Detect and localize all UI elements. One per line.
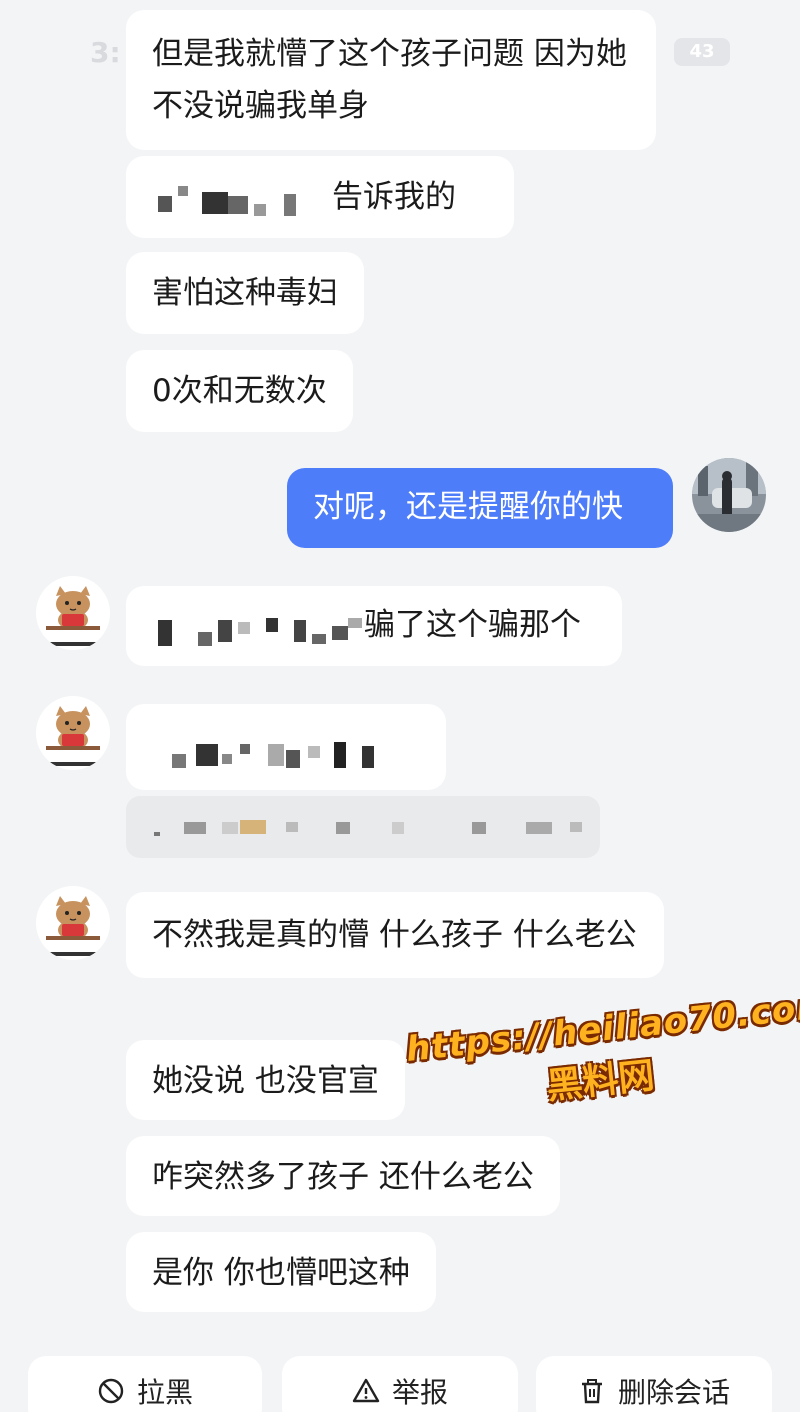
message-text: 但是我就懵了这个孩子问题 因为她不没说骗我单身 bbox=[152, 36, 627, 124]
block-icon bbox=[98, 1378, 124, 1404]
warning-icon bbox=[352, 1378, 380, 1403]
bottom-action-bar: 拉黑 举报 删除会话 bbox=[0, 1356, 800, 1412]
redacted-message-bubble[interactable] bbox=[126, 704, 446, 790]
message-bubble[interactable]: 骗了这个骗那个 bbox=[126, 586, 622, 666]
delete-conversation-button[interactable]: 删除会话 bbox=[536, 1356, 772, 1412]
my-avatar[interactable] bbox=[692, 458, 766, 532]
delete-label: 删除会话 bbox=[617, 1376, 730, 1409]
message-text: 她没说 也没官宣 bbox=[152, 1063, 379, 1099]
message-text: 告诉我的 bbox=[332, 179, 456, 215]
message-text: 对呢，还是提醒你的快 bbox=[313, 489, 623, 525]
contact-avatar[interactable] bbox=[36, 886, 110, 960]
redacted-strip bbox=[126, 796, 600, 858]
trash-icon bbox=[581, 1379, 602, 1404]
contact-avatar[interactable] bbox=[36, 696, 110, 770]
message-text: 害怕这种毒妇 bbox=[152, 275, 338, 311]
message-bubble[interactable]: 告诉我的 bbox=[126, 156, 514, 238]
message-text: 0次和无数次 bbox=[152, 373, 327, 409]
my-message-bubble[interactable]: 对呢，还是提醒你的快 bbox=[287, 468, 673, 548]
battery-icon: 43 bbox=[674, 38, 730, 66]
status-time: 3: bbox=[90, 36, 121, 69]
message-bubble[interactable]: 但是我就懵了这个孩子问题 因为她不没说骗我单身 bbox=[126, 10, 656, 150]
message-bubble[interactable]: 是你 你也懵吧这种 bbox=[126, 1232, 436, 1312]
contact-avatar[interactable] bbox=[36, 576, 110, 650]
message-text: 不然我是真的懵 什么孩子 什么老公 bbox=[152, 917, 637, 953]
message-text: 咋突然多了孩子 还什么老公 bbox=[152, 1159, 534, 1195]
message-bubble[interactable]: 害怕这种毒妇 bbox=[126, 252, 364, 334]
message-bubble[interactable]: 咋突然多了孩子 还什么老公 bbox=[126, 1136, 560, 1216]
watermark: https://heiliao70.com 黑料网 bbox=[404, 985, 800, 1123]
message-bubble[interactable]: 她没说 也没官宣 bbox=[126, 1040, 405, 1120]
block-label: 拉黑 bbox=[136, 1376, 193, 1409]
message-text: 骗了这个骗那个 bbox=[364, 607, 581, 643]
message-text: 是你 你也懵吧这种 bbox=[152, 1255, 410, 1291]
message-bubble[interactable]: 0次和无数次 bbox=[126, 350, 353, 432]
block-button[interactable]: 拉黑 bbox=[28, 1356, 262, 1412]
message-bubble[interactable]: 不然我是真的懵 什么孩子 什么老公 bbox=[126, 892, 664, 978]
report-label: 举报 bbox=[391, 1376, 448, 1409]
report-button[interactable]: 举报 bbox=[282, 1356, 518, 1412]
